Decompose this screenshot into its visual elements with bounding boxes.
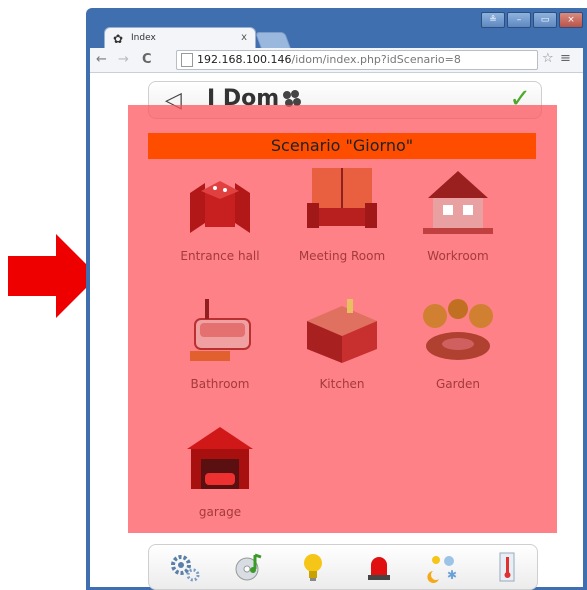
room-label: Entrance hall bbox=[180, 249, 260, 263]
browser-window: ≗ – ▭ × ✿ Index x ← → C 192.168.100.146/… bbox=[86, 8, 587, 590]
window-close-button[interactable]: × bbox=[559, 12, 583, 28]
bathtub-icon bbox=[190, 299, 251, 361]
scenario-title: Scenario "Giorno" bbox=[148, 133, 536, 159]
tab-close-button[interactable]: x bbox=[241, 32, 247, 43]
window-maximize-button[interactable]: ▭ bbox=[533, 12, 557, 28]
room-tile-bathroom[interactable]: Bathroom bbox=[160, 291, 280, 401]
thermometer-icon[interactable] bbox=[491, 551, 523, 583]
window-minimize-button[interactable]: – bbox=[507, 12, 531, 28]
forward-button[interactable]: → bbox=[118, 52, 129, 67]
settings-gears-icon[interactable] bbox=[169, 551, 201, 583]
big-red-arrow-icon bbox=[8, 234, 98, 318]
media-disc-icon[interactable] bbox=[233, 551, 265, 583]
lightbulb-icon[interactable] bbox=[297, 551, 329, 583]
back-button[interactable]: ← bbox=[96, 52, 107, 67]
room-tile-kitchen[interactable]: Kitchen bbox=[282, 291, 402, 401]
house-icon bbox=[423, 171, 493, 234]
armchair-table-icon bbox=[190, 181, 250, 233]
room-label: Garden bbox=[436, 377, 480, 391]
new-tab-button[interactable] bbox=[254, 32, 292, 49]
browser-menu-icon[interactable]: ≡ bbox=[560, 51, 571, 66]
window-user-button[interactable]: ≗ bbox=[481, 12, 505, 28]
tab-title: Index bbox=[131, 33, 156, 43]
room-label: Workroom bbox=[427, 249, 489, 263]
garden-icon bbox=[423, 299, 493, 360]
garage-icon bbox=[187, 427, 253, 489]
browser-tab[interactable]: ✿ Index x bbox=[104, 27, 256, 50]
tab-favicon-icon: ✿ bbox=[113, 32, 124, 46]
room-tile-meeting-room[interactable]: Meeting Room bbox=[282, 163, 402, 273]
address-bar[interactable]: 192.168.100.146/idom/index.php?idScenari… bbox=[176, 50, 538, 70]
bookmark-star-icon[interactable]: ☆ bbox=[542, 51, 554, 66]
kitchen-icon bbox=[307, 299, 377, 363]
page-icon bbox=[181, 53, 193, 67]
svg-text:✱: ✱ bbox=[447, 568, 457, 582]
room-label: Bathroom bbox=[190, 377, 250, 391]
window-controls: ≗ – ▭ × bbox=[481, 12, 583, 28]
room-tile-garden[interactable]: Garden bbox=[398, 291, 518, 401]
reload-button[interactable]: C bbox=[142, 52, 152, 67]
bottom-toolbar: ✱ bbox=[148, 544, 538, 590]
page-viewport: ◁ I Dom ✓ Scenario "Giorno" Entrance hal… bbox=[90, 73, 583, 590]
room-tile-entrance-hall[interactable]: Entrance hall bbox=[160, 163, 280, 273]
living-room-icon bbox=[307, 168, 377, 228]
room-label: Meeting Room bbox=[298, 249, 386, 263]
weather-icon[interactable]: ✱ bbox=[427, 551, 459, 583]
url-text: 192.168.100.146/idom/index.php?idScenari… bbox=[197, 53, 461, 66]
room-tile-garage[interactable]: garage bbox=[160, 419, 280, 529]
room-tile-workroom[interactable]: Workroom bbox=[398, 163, 518, 273]
alarm-siren-icon[interactable] bbox=[363, 551, 395, 583]
browser-toolbar: ← → C 192.168.100.146/idom/index.php?idS… bbox=[90, 48, 583, 73]
room-label: Kitchen bbox=[319, 377, 365, 391]
room-label: garage bbox=[198, 505, 242, 519]
